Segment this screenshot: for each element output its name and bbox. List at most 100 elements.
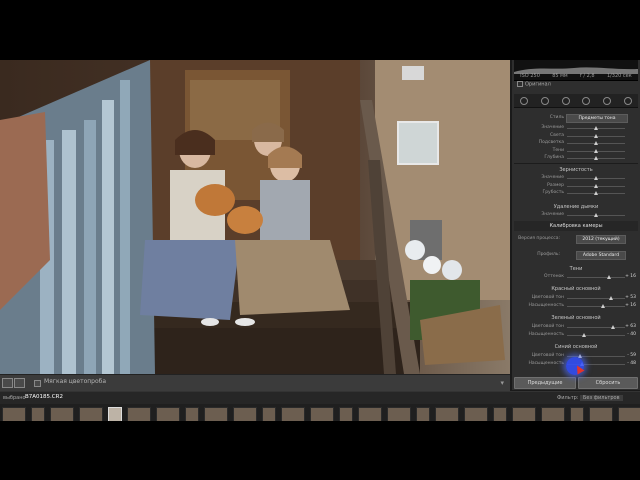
filmstrip-thumbnail[interactable] bbox=[185, 407, 199, 421]
slider-track[interactable] bbox=[567, 296, 625, 300]
slider-track[interactable] bbox=[567, 275, 625, 279]
previous-button[interactable]: Предыдущие bbox=[514, 377, 576, 389]
filmstrip-thumbnail[interactable] bbox=[570, 407, 584, 421]
slider-row[interactable]: Цветовой тон + 63 bbox=[516, 324, 636, 331]
slider-label: Насыщенность bbox=[528, 303, 564, 308]
slider-track[interactable] bbox=[567, 133, 625, 138]
crop-tool-icon[interactable] bbox=[520, 96, 529, 105]
slider-knob[interactable] bbox=[594, 183, 598, 188]
slider-value[interactable]: - 59 bbox=[627, 353, 636, 358]
slider-knob[interactable] bbox=[600, 304, 605, 308]
filmstrip-thumbnail[interactable] bbox=[127, 407, 151, 421]
slider-track[interactable] bbox=[567, 325, 625, 329]
filter-dropdown[interactable]: Без фильтров bbox=[580, 395, 623, 401]
slider-track[interactable] bbox=[567, 191, 625, 195]
filmstrip-thumbnail[interactable] bbox=[50, 407, 74, 421]
reset-button[interactable]: Сбросить bbox=[578, 377, 638, 389]
slider-knob[interactable] bbox=[606, 275, 611, 279]
filmstrip-thumbnail[interactable] bbox=[262, 407, 276, 421]
photo-viewer[interactable]: Мягкая цветопроба ▾ bbox=[0, 60, 510, 420]
filmstrip-thumbnail[interactable] bbox=[387, 407, 411, 421]
slider-value[interactable]: + 53 bbox=[625, 295, 636, 300]
filmstrip-thumbnail[interactable] bbox=[31, 407, 45, 421]
before-after-icon[interactable] bbox=[14, 378, 25, 388]
camera-calibration-header[interactable]: Калибровка камеры bbox=[514, 221, 638, 231]
filmstrip-thumbnail[interactable] bbox=[512, 407, 536, 421]
slider-track[interactable] bbox=[567, 176, 625, 180]
adjustment-brush-icon[interactable] bbox=[623, 96, 632, 105]
slider-knob[interactable] bbox=[611, 325, 616, 329]
slider-knob[interactable] bbox=[594, 141, 598, 145]
slider-track[interactable] bbox=[567, 213, 625, 217]
filmstrip-thumbnail[interactable] bbox=[416, 407, 430, 421]
slider-value[interactable]: - 48 bbox=[627, 361, 636, 366]
original-photo-toggle[interactable]: Оригинал bbox=[517, 81, 551, 88]
slider-value[interactable]: + 16 bbox=[625, 274, 636, 279]
graduated-filter-icon[interactable] bbox=[582, 96, 591, 105]
filmstrip-thumbnail[interactable] bbox=[310, 407, 334, 421]
redeye-icon[interactable] bbox=[561, 96, 570, 105]
slider-row[interactable]: Насыщенность - 40 bbox=[516, 332, 636, 339]
radial-filter-icon[interactable] bbox=[602, 96, 611, 105]
slider-value[interactable]: + 16 bbox=[625, 303, 636, 308]
slider-knob[interactable] bbox=[594, 133, 598, 138]
profile-row[interactable]: Профиль: Adobe Standard bbox=[516, 251, 636, 260]
style-row[interactable]: Стиль Предметы тона bbox=[516, 114, 636, 123]
slider-knob[interactable] bbox=[594, 126, 598, 130]
slider-track[interactable] bbox=[567, 156, 625, 160]
slider-row[interactable]: Подсветка bbox=[516, 140, 636, 147]
slider-knob[interactable] bbox=[594, 191, 598, 195]
slider-value[interactable]: - 40 bbox=[627, 332, 636, 337]
spot-removal-icon[interactable] bbox=[540, 96, 549, 105]
slider-row[interactable]: Насыщенность + 16 bbox=[516, 303, 636, 310]
filmstrip-thumbnail[interactable] bbox=[281, 407, 305, 421]
slider-row[interactable]: Размер bbox=[516, 183, 636, 190]
process-version-row[interactable]: Версия процесса: 2012 (текущий) bbox=[516, 235, 636, 244]
slider-value[interactable]: + 63 bbox=[625, 324, 636, 329]
filmstrip-thumbnail[interactable] bbox=[358, 407, 382, 421]
loupe-view-icon[interactable] bbox=[2, 378, 13, 388]
slider-row[interactable]: Цветовой тон + 53 bbox=[516, 295, 636, 302]
slider-row[interactable]: Грубость bbox=[516, 190, 636, 197]
soft-proofing-checkbox[interactable] bbox=[34, 380, 41, 387]
profile-dropdown[interactable]: Adobe Standard bbox=[576, 251, 626, 260]
filmstrip-thumbnail[interactable] bbox=[108, 407, 122, 421]
slider-knob[interactable] bbox=[594, 148, 598, 153]
slider-track[interactable] bbox=[567, 183, 625, 188]
filmstrip-thumbnail[interactable] bbox=[204, 407, 228, 421]
slider-row[interactable]: Значение bbox=[516, 175, 636, 182]
toolbar-dropdown-icon[interactable]: ▾ bbox=[500, 379, 504, 387]
slider-knob[interactable] bbox=[594, 176, 598, 180]
slider-row[interactable]: Глубина bbox=[516, 155, 636, 162]
slider-row[interactable]: Значение bbox=[516, 125, 636, 132]
process-version-dropdown[interactable]: 2012 (текущий) bbox=[576, 235, 626, 244]
slider-row[interactable]: Света bbox=[516, 133, 636, 140]
filmstrip-thumbnail[interactable] bbox=[233, 407, 257, 421]
slider-track[interactable] bbox=[567, 126, 625, 130]
slider-knob[interactable] bbox=[594, 213, 598, 217]
slider-knob[interactable] bbox=[609, 296, 614, 300]
slider-track[interactable] bbox=[567, 333, 625, 337]
original-photo-checkbox[interactable] bbox=[517, 81, 523, 87]
slider-row[interactable]: Тени bbox=[516, 148, 636, 155]
slider-row[interactable]: Значение bbox=[516, 212, 636, 219]
filmstrip-thumbnail[interactable] bbox=[589, 407, 613, 421]
style-dropdown[interactable]: Предметы тона bbox=[566, 114, 628, 123]
slider-knob[interactable] bbox=[582, 333, 587, 337]
filmstrip-thumbnail[interactable] bbox=[339, 407, 353, 421]
slider-track[interactable] bbox=[567, 304, 625, 308]
filmstrip-thumbnail[interactable] bbox=[2, 407, 26, 421]
filmstrip-thumbnail[interactable] bbox=[464, 407, 488, 421]
filmstrip-thumbnail[interactable] bbox=[435, 407, 459, 421]
filmstrip-thumbnail[interactable] bbox=[541, 407, 565, 421]
slider-track[interactable] bbox=[567, 148, 625, 153]
slider-row[interactable]: Оттенок + 16 bbox=[516, 274, 636, 281]
slider-track[interactable] bbox=[567, 141, 625, 145]
filmstrip-thumbnail[interactable] bbox=[79, 407, 103, 421]
slider-label: Значение bbox=[541, 212, 564, 217]
filmstrip-filename[interactable]: B7A0185.CR2 bbox=[25, 394, 63, 400]
filmstrip-thumbnail[interactable] bbox=[618, 407, 640, 421]
slider-knob[interactable] bbox=[594, 156, 598, 160]
filmstrip-thumbnail[interactable] bbox=[156, 407, 180, 421]
filmstrip-thumbnail[interactable] bbox=[493, 407, 507, 421]
